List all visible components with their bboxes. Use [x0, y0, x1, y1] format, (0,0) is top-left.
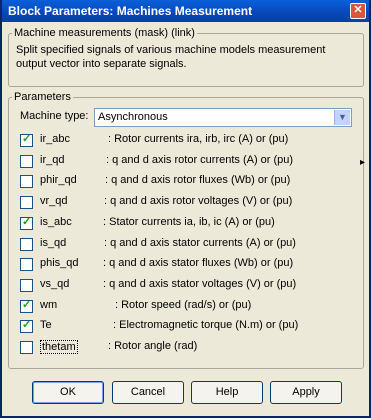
param-name: is_qd [40, 236, 67, 249]
param-description: : q and d axis stator voltages (V) or (p… [103, 277, 297, 290]
param-description: : q and d axis rotor currents (A) or (pu… [106, 153, 294, 166]
help-button[interactable]: Help [191, 381, 263, 404]
param-name: thetam [40, 340, 78, 354]
param-name: ir_abc [40, 133, 70, 145]
close-icon[interactable]: ✕ [350, 3, 366, 19]
chevron-down-icon[interactable]: ▼ [334, 110, 350, 125]
param-description: : q and d axis rotor fluxes (Wb) or (pu) [105, 174, 291, 187]
param-checkbox[interactable] [20, 237, 33, 251]
window-title: Block Parameters: Machines Measurement [8, 4, 253, 18]
param-description: : Electromagnetic torque (N.m) or (pu) [113, 319, 299, 332]
param-description: : Rotor speed (rad/s) or (pu) [115, 298, 252, 311]
machine-type-select[interactable]: Asynchronous ▼ [94, 108, 352, 127]
param-checkbox[interactable] [20, 154, 33, 168]
param-description: : Rotor currents ira, irb, irc (A) or (p… [108, 133, 289, 145]
param-description: : q and d axis stator currents (A) or (p… [104, 236, 296, 249]
param-description: : q and d axis stator fluxes (Wb) or (pu… [103, 257, 294, 270]
param-checkbox[interactable] [20, 341, 33, 354]
param-description: : q and d axis rotor voltages (V) or (pu… [104, 195, 293, 208]
dialog-window: Block Parameters: Machines Measurement ✕… [0, 0, 371, 418]
ok-button[interactable]: OK [32, 381, 104, 404]
cancel-button[interactable]: Cancel [112, 381, 184, 404]
param-checkbox[interactable] [20, 215, 33, 230]
machine-type-label: Machine type: [20, 110, 89, 122]
arrow-right-icon: ▸ [360, 157, 366, 168]
info-text: Split specified signals of various machi… [16, 44, 326, 70]
param-checkbox[interactable] [20, 196, 33, 210]
param-name: vs_qd [40, 277, 70, 290]
param-checkbox[interactable] [20, 258, 33, 272]
param-checkbox[interactable] [20, 318, 33, 334]
param-checkbox[interactable] [20, 132, 33, 147]
param-description: : Rotor angle (rad) [108, 340, 198, 352]
info-legend: Machine measurements (mask) (link) [12, 27, 197, 39]
title-bar[interactable]: Block Parameters: Machines Measurement ✕ [2, 0, 369, 22]
parameters-legend: Parameters [12, 91, 73, 103]
param-checkbox[interactable] [20, 298, 33, 313]
param-checkbox[interactable] [20, 175, 33, 189]
param-name: ir_qd [40, 153, 65, 166]
param-name: is_abc [40, 215, 72, 228]
param-checkbox[interactable] [20, 278, 33, 292]
param-name: vr_qd [40, 195, 68, 208]
param-description: : Stator currents ia, ib, ic (A) or (pu) [103, 215, 275, 228]
apply-button[interactable]: Apply [270, 381, 342, 404]
param-name: Te [40, 319, 52, 332]
param-name: wm [40, 298, 58, 311]
param-name: phir_qd [40, 174, 77, 187]
param-name: phis_qd [40, 257, 79, 270]
machine-type-value: Asynchronous [98, 111, 168, 123]
